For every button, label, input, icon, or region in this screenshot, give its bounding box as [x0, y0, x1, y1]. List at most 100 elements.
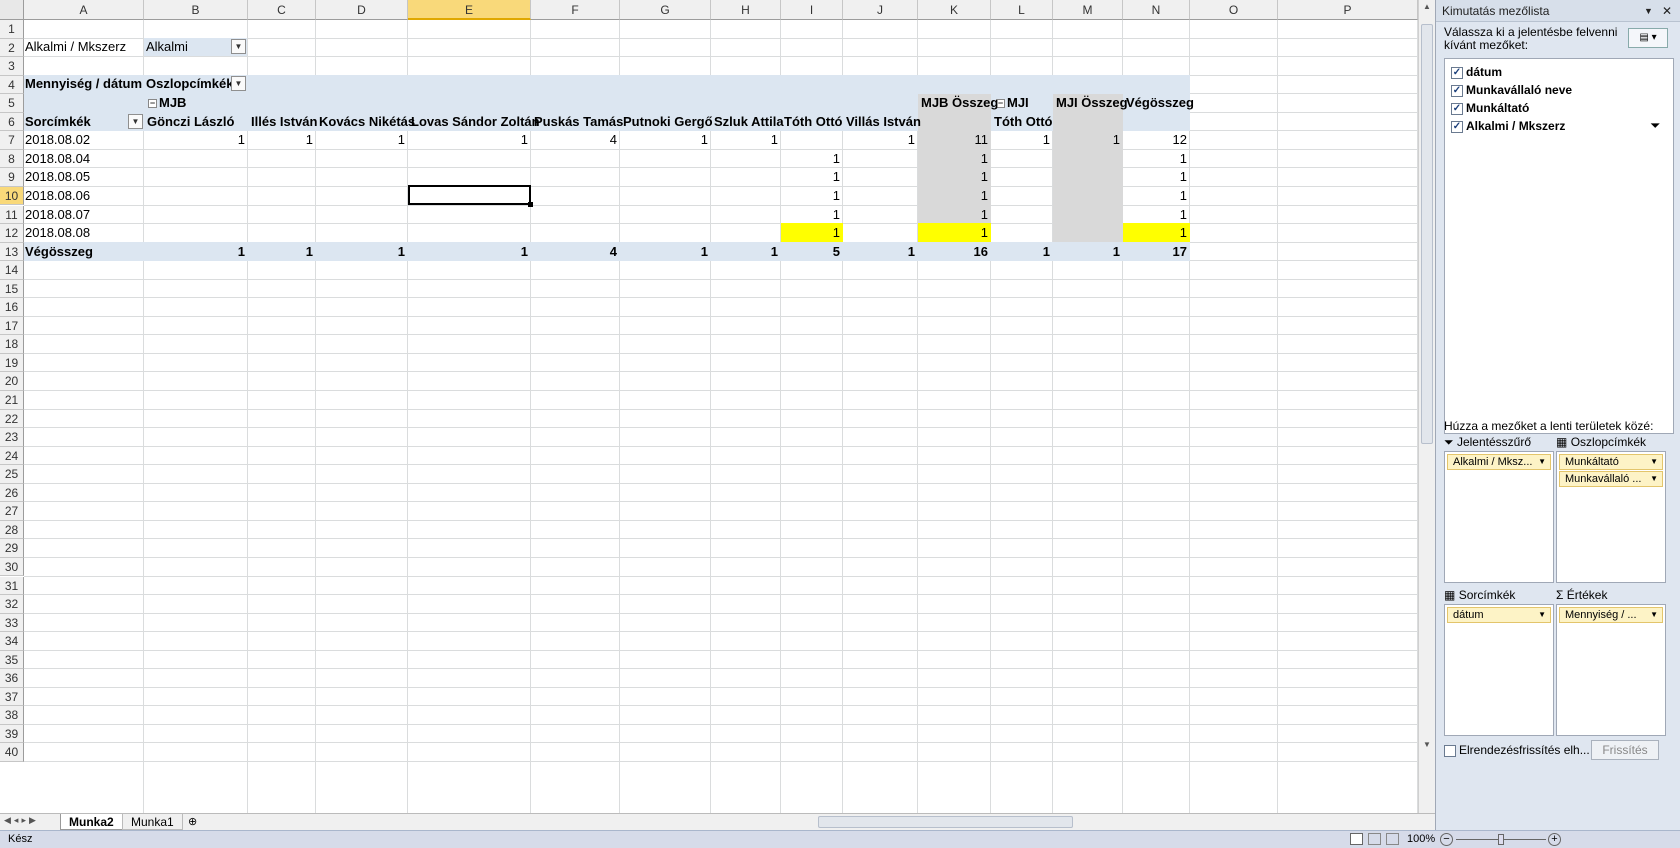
- scroll-up-icon[interactable]: ▲: [1421, 2, 1433, 14]
- column-header-O[interactable]: O: [1190, 0, 1278, 20]
- report-filter-value[interactable]: Alkalmi: [143, 37, 191, 57]
- pivot-value-cell[interactable]: 1: [1123, 186, 1190, 206]
- area-filter-box[interactable]: Alkalmi / Mksz... ▼: [1444, 451, 1554, 583]
- pivot-value-cell[interactable]: [248, 186, 316, 206]
- pivot-value-cell[interactable]: 1: [620, 242, 711, 262]
- row-header-28[interactable]: 28: [0, 520, 24, 540]
- row-header-26[interactable]: 26: [0, 483, 24, 503]
- normal-view-icon[interactable]: [1350, 833, 1363, 845]
- pivot-value-cell[interactable]: [711, 223, 781, 243]
- pivot-value-cell[interactable]: [531, 167, 620, 187]
- pivot-value-cell[interactable]: 1: [248, 242, 316, 262]
- pivot-value-cell[interactable]: 5: [781, 242, 843, 262]
- row-header-11[interactable]: 11: [0, 205, 24, 225]
- pivot-value-cell[interactable]: [711, 186, 781, 206]
- column-header-D[interactable]: D: [316, 0, 408, 20]
- chip-columns-munkavallalo[interactable]: Munkavállaló ... ▼: [1559, 471, 1663, 487]
- vertical-scrollbar[interactable]: ▲ ▼: [1418, 0, 1435, 813]
- page-layout-icon[interactable]: [1368, 833, 1381, 845]
- active-cell-selection[interactable]: [408, 185, 531, 205]
- row-header-20[interactable]: 20: [0, 372, 24, 391]
- pivot-value-cell[interactable]: [144, 186, 248, 206]
- pivot-value-cell[interactable]: 1: [711, 242, 781, 262]
- pivot-value-cell[interactable]: [531, 149, 620, 169]
- pivot-value-cell[interactable]: [144, 149, 248, 169]
- column-header-P[interactable]: P: [1278, 0, 1418, 20]
- chip-values-mennyiseg[interactable]: Mennyiség / ... ▼: [1559, 607, 1663, 623]
- chip-dropdown-icon[interactable]: ▼: [1538, 608, 1546, 622]
- pivot-value-cell[interactable]: [991, 167, 1053, 187]
- pivot-value-cell[interactable]: [408, 149, 531, 169]
- pivot-value-cell[interactable]: [248, 149, 316, 169]
- pivot-value-cell[interactable]: 1: [408, 242, 531, 262]
- pivot-value-cell[interactable]: 1: [781, 186, 843, 206]
- column-header-E[interactable]: E: [408, 0, 531, 20]
- pivot-value-cell[interactable]: 1: [781, 205, 843, 225]
- pivot-value-cell[interactable]: 1: [918, 149, 991, 169]
- row-header-31[interactable]: 31: [0, 576, 24, 596]
- pane-menu-icon[interactable]: ▼: [1644, 0, 1653, 22]
- group-mjb[interactable]: − MJB: [145, 93, 189, 113]
- row-header-37[interactable]: 37: [0, 687, 24, 707]
- pivot-value-cell[interactable]: 12: [1123, 130, 1190, 150]
- row-header-32[interactable]: 32: [0, 595, 24, 614]
- tab-nav-icons[interactable]: ◀◂▸▶: [4, 815, 39, 826]
- zoom-slider-thumb[interactable]: [1498, 834, 1504, 845]
- pivot-value-cell[interactable]: 1: [918, 205, 991, 225]
- pivot-value-cell[interactable]: [620, 149, 711, 169]
- pivot-value-cell[interactable]: [781, 130, 843, 150]
- chip-rows-datum[interactable]: dátum ▼: [1447, 607, 1551, 623]
- pivot-value-cell[interactable]: [711, 149, 781, 169]
- field-munkaltato[interactable]: ✓ Munkáltató: [1451, 99, 1529, 117]
- row-header-4[interactable]: 4: [0, 75, 24, 95]
- column-header-M[interactable]: M: [1053, 0, 1123, 20]
- pivot-value-cell[interactable]: [991, 186, 1053, 206]
- pivot-value-cell[interactable]: [991, 205, 1053, 225]
- pivot-value-cell[interactable]: [144, 205, 248, 225]
- area-values-box[interactable]: Mennyiség / ... ▼: [1556, 604, 1666, 736]
- pivot-value-cell[interactable]: [843, 186, 918, 206]
- pivot-value-cell[interactable]: 1: [918, 167, 991, 187]
- pivot-value-cell[interactable]: [531, 205, 620, 225]
- collapse-icon[interactable]: −: [148, 99, 157, 109]
- pivot-value-cell[interactable]: [620, 223, 711, 243]
- pivot-value-cell[interactable]: 1: [918, 223, 991, 243]
- pivot-value-cell[interactable]: [144, 223, 248, 243]
- chip-columns-munkaltato[interactable]: Munkáltató ▼: [1559, 454, 1663, 470]
- column-header-G[interactable]: G: [620, 0, 711, 20]
- pivot-value-cell[interactable]: 1: [1123, 149, 1190, 169]
- pivot-value-cell[interactable]: [991, 223, 1053, 243]
- scroll-down-icon[interactable]: ▼: [1421, 740, 1433, 752]
- column-header-A[interactable]: A: [24, 0, 144, 20]
- row-header-22[interactable]: 22: [0, 409, 24, 429]
- row-header-29[interactable]: 29: [0, 539, 24, 558]
- row-header-21[interactable]: 21: [0, 391, 24, 410]
- refresh-button[interactable]: Frissítés: [1591, 740, 1659, 760]
- pivot-value-cell[interactable]: [711, 205, 781, 225]
- checkbox-icon[interactable]: ✓: [1451, 66, 1463, 79]
- row-header-17[interactable]: 17: [0, 316, 24, 336]
- chip-dropdown-icon[interactable]: ▼: [1650, 608, 1658, 622]
- zoom-out-icon[interactable]: −: [1440, 833, 1453, 846]
- pivot-value-cell[interactable]: 1: [843, 130, 918, 150]
- area-columns-box[interactable]: Munkáltató ▼ Munkavállaló ... ▼: [1556, 451, 1666, 583]
- pivot-value-cell[interactable]: [843, 149, 918, 169]
- checkbox-icon[interactable]: ✓: [1451, 120, 1463, 133]
- pivot-value-cell[interactable]: [843, 223, 918, 243]
- field-datum[interactable]: ✓ dátum: [1451, 63, 1502, 81]
- column-header-I[interactable]: I: [781, 0, 843, 20]
- column-header-N[interactable]: N: [1123, 0, 1190, 20]
- row-header-24[interactable]: 24: [0, 446, 24, 466]
- defer-update-option[interactable]: Elrendezésfrissítés elh...: [1444, 743, 1590, 757]
- row-header-18[interactable]: 18: [0, 335, 24, 354]
- pivot-value-cell[interactable]: [1053, 205, 1123, 225]
- pivot-value-cell[interactable]: [316, 167, 408, 187]
- pivot-value-cell[interactable]: 11: [918, 130, 991, 150]
- pivot-value-cell[interactable]: [1053, 186, 1123, 206]
- row-header-9[interactable]: 9: [0, 168, 24, 187]
- pivot-value-cell[interactable]: 1: [316, 242, 408, 262]
- pivot-value-cell[interactable]: [316, 186, 408, 206]
- chip-filter-alkalmi[interactable]: Alkalmi / Mksz... ▼: [1447, 454, 1551, 470]
- column-header-K[interactable]: K: [918, 0, 991, 20]
- row-header-36[interactable]: 36: [0, 669, 24, 688]
